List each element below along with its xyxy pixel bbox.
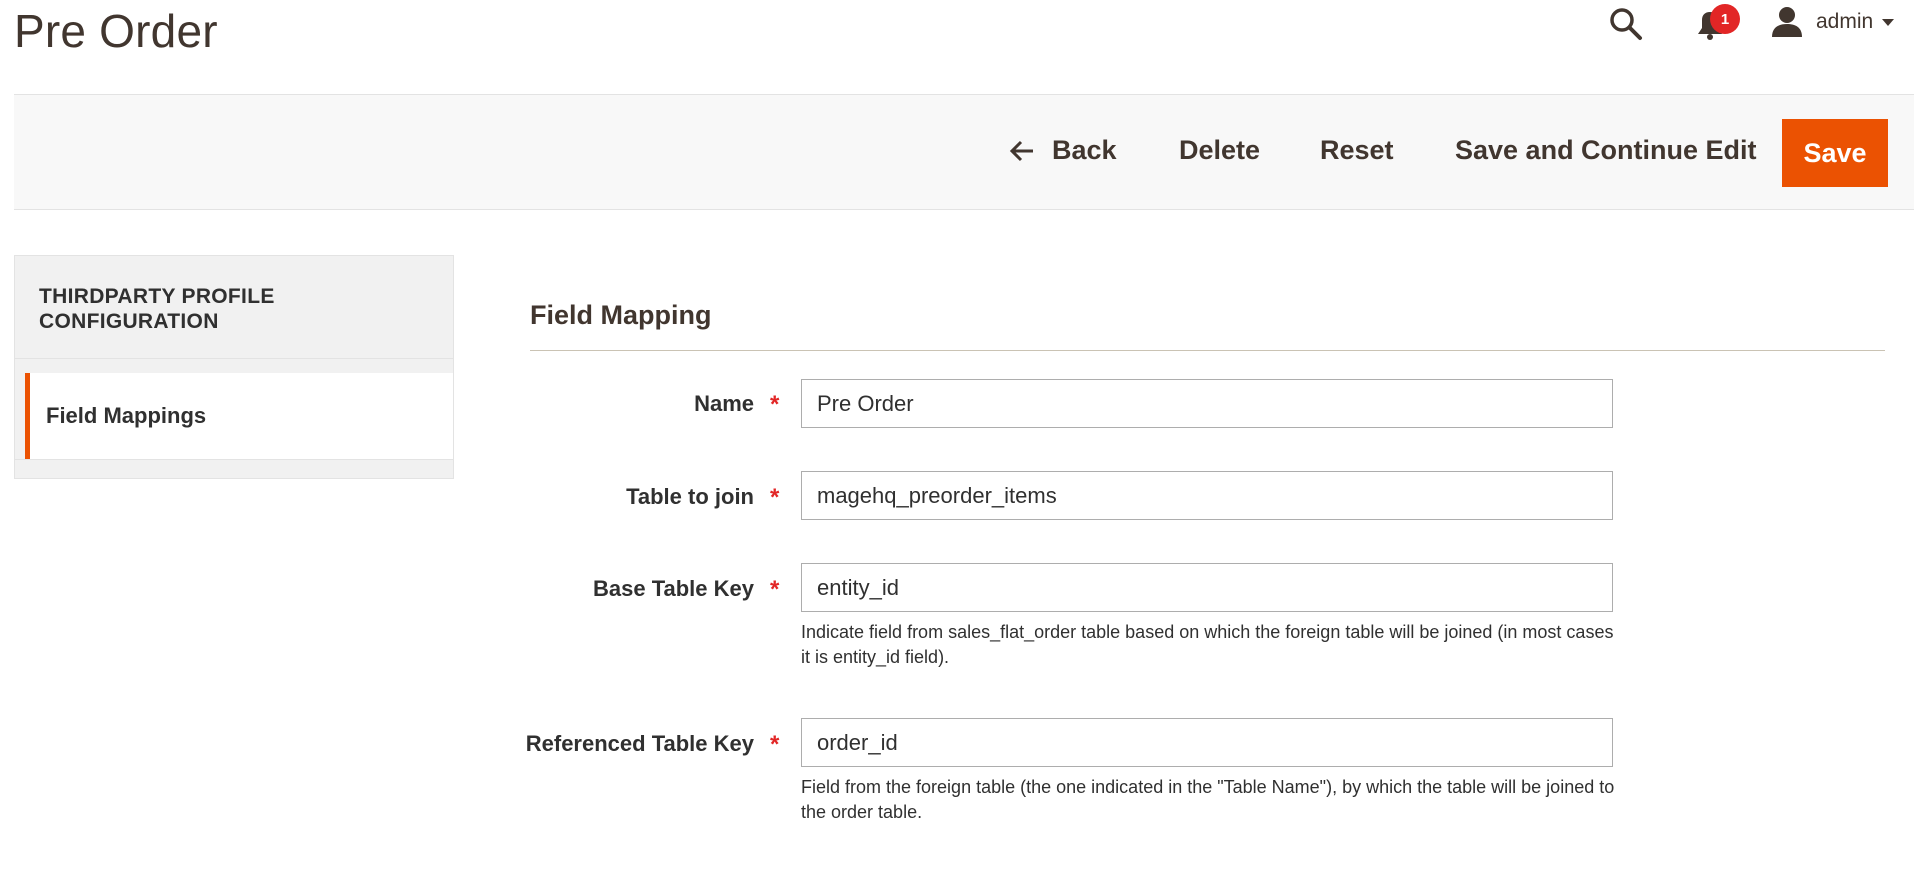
sidebar: THIRDPARTY PROFILE CONFIGURATION Field M…: [14, 255, 454, 479]
base-table-key-input[interactable]: [801, 563, 1613, 612]
sidebar-heading: THIRDPARTY PROFILE CONFIGURATION: [14, 255, 454, 359]
referenced-table-key-label: Referenced Table Key: [525, 731, 754, 756]
arrow-left-icon: [1009, 140, 1033, 161]
required-marker: *: [770, 731, 780, 758]
search-icon[interactable]: [1608, 6, 1644, 42]
caret-down-icon[interactable]: [1880, 12, 1896, 32]
sidebar-footer: [14, 459, 454, 479]
page-title: Pre Order: [14, 5, 218, 57]
base-table-key-note: Indicate field from sales_flat_order tab…: [801, 622, 1614, 667]
required-marker: *: [770, 391, 780, 418]
reset-button[interactable]: Reset: [1320, 135, 1394, 166]
sidebar-divider: [14, 359, 454, 373]
table-to-join-input[interactable]: [801, 471, 1613, 520]
sidebar-item-field-mappings[interactable]: Field Mappings: [25, 373, 454, 459]
save-button[interactable]: Save: [1782, 119, 1888, 187]
notifications-badge[interactable]: 1: [1710, 4, 1740, 34]
base-table-key-label: Base Table Key: [592, 576, 754, 601]
back-button[interactable]: Back: [1008, 135, 1117, 166]
referenced-table-key-input[interactable]: [801, 718, 1613, 767]
delete-button[interactable]: Delete: [1179, 135, 1260, 166]
section-title: Field Mapping: [530, 300, 712, 330]
save-and-continue-button[interactable]: Save and Continue Edit: [1455, 135, 1757, 166]
back-button-label: Back: [1052, 135, 1117, 165]
referenced-table-key-note: Field from the foreign table (the one in…: [801, 777, 1615, 822]
required-marker: *: [770, 484, 780, 511]
user-menu-name[interactable]: admin: [1816, 10, 1873, 34]
user-icon[interactable]: [1770, 6, 1804, 38]
table-to-join-label: Table to join: [626, 484, 754, 509]
sidebar-item-container: Field Mappings: [14, 373, 454, 459]
required-marker: *: [770, 576, 780, 603]
page-actions-toolbar: Back Delete Reset Save and Continue Edit…: [14, 94, 1914, 210]
name-input[interactable]: [801, 379, 1613, 428]
name-label: Name: [694, 391, 754, 416]
section-divider: [530, 350, 1885, 351]
